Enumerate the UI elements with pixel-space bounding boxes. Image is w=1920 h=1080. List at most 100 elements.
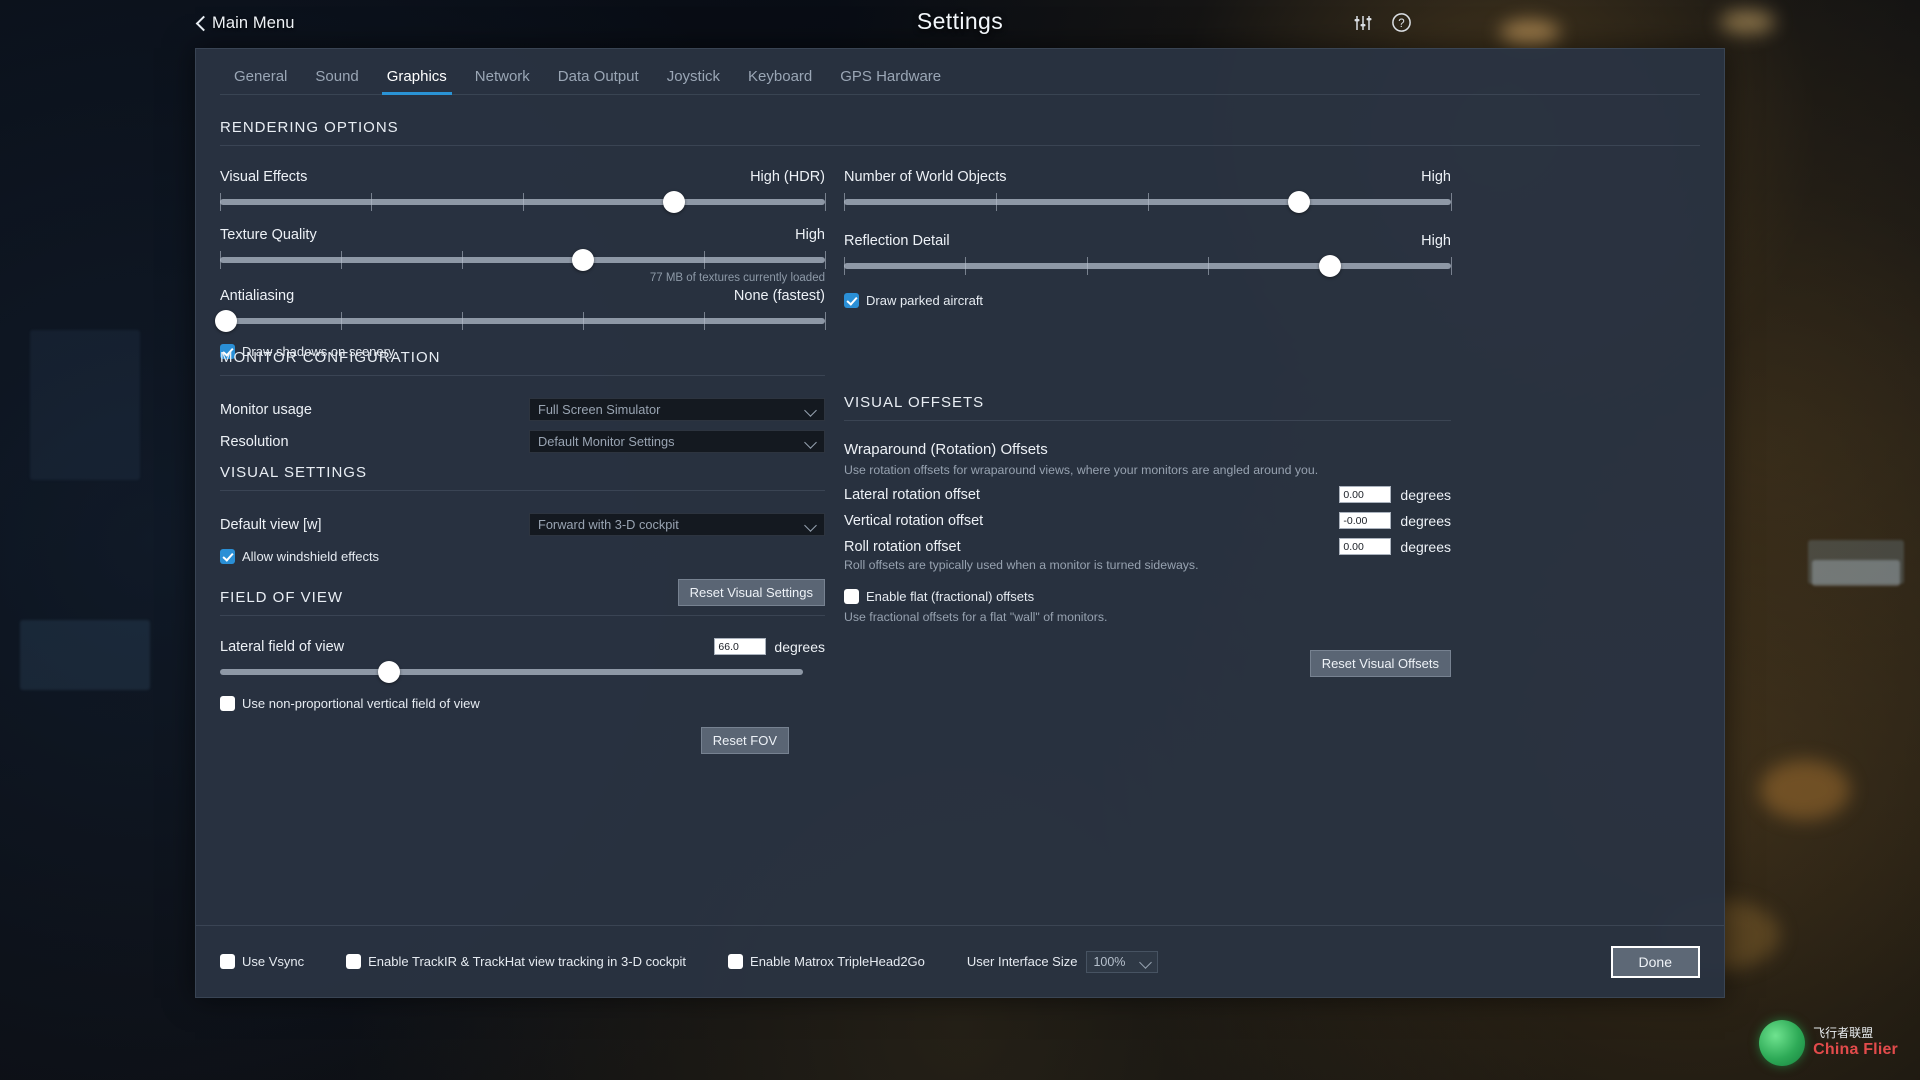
reflection-detail-value: High (1421, 233, 1451, 249)
tab-keyboard[interactable]: Keyboard (734, 64, 826, 94)
world-objects-slider-knob[interactable] (1288, 191, 1311, 213)
done-button[interactable]: Done (1610, 945, 1700, 978)
slider-tick (1451, 257, 1452, 275)
visual-effects-slider-knob[interactable] (662, 191, 685, 213)
monitor-usage-dropdown[interactable]: Full Screen Simulator (529, 398, 825, 421)
flat-offsets-checkbox[interactable] (844, 589, 859, 604)
lateral-rotation-offset-input[interactable] (1339, 486, 1392, 503)
matrox-checkbox-row[interactable]: Enable Matrox TripleHead2Go (728, 954, 925, 969)
antialiasing-setting: Antialiasing None (fastest) (215, 288, 826, 332)
roll-rotation-offset-label: Roll rotation offset (844, 538, 961, 555)
resolution-row: Resolution Default Monitor Settings (220, 430, 825, 453)
slider-tick (825, 312, 826, 330)
monitor-usage-value: Full Screen Simulator (538, 402, 661, 417)
slider-tick (1086, 257, 1088, 275)
slider-tick (462, 251, 463, 269)
matrox-checkbox[interactable] (728, 954, 744, 969)
svg-text:?: ? (1398, 18, 1404, 30)
roll-rotation-offset-row: Roll rotation offset degrees (844, 538, 1451, 555)
trackir-label: Enable TrackIR & TrackHat view tracking … (368, 954, 687, 969)
header-icon-group: ? (1353, 12, 1412, 38)
slider-tick (704, 312, 705, 330)
slider-tick (844, 257, 845, 275)
slider-tick (583, 312, 584, 330)
settings-panel: General Sound Graphics Network Data Outp… (195, 48, 1725, 998)
slider-tick (825, 193, 826, 211)
tab-graphics[interactable]: Graphics (373, 64, 461, 95)
reflection-detail-slider[interactable] (844, 255, 1452, 277)
reflection-detail-slider-knob[interactable] (1318, 255, 1341, 277)
slider-track (220, 318, 825, 324)
resolution-dropdown[interactable]: Default Monitor Settings (529, 430, 825, 453)
lateral-fov-slider-knob[interactable] (378, 661, 401, 683)
slider-tick (704, 251, 705, 269)
lateral-fov-slider[interactable] (220, 661, 803, 683)
vertical-rotation-offset-input[interactable] (1339, 512, 1392, 529)
tab-joystick[interactable]: Joystick (653, 64, 734, 94)
default-view-dropdown[interactable]: Forward with 3-D cockpit (529, 513, 825, 536)
non-proportional-fov-checkbox[interactable] (220, 696, 235, 711)
slider-tick (220, 193, 221, 211)
flat-offsets-checkbox-row[interactable]: Enable flat (fractional) offsets (844, 589, 1451, 604)
bg-instrument (20, 620, 150, 690)
windshield-effects-checkbox-row[interactable]: Allow windshield effects (220, 549, 825, 564)
draw-parked-aircraft-checkbox-row[interactable]: Draw parked aircraft (844, 293, 1451, 308)
antialiasing-slider-knob[interactable] (215, 310, 238, 332)
texture-quality-slider[interactable] (220, 249, 826, 271)
slider-tick (825, 251, 826, 269)
texture-quality-slider-knob[interactable] (572, 249, 594, 271)
monitor-usage-row: Monitor usage Full Screen Simulator (220, 398, 825, 421)
trackir-checkbox-row[interactable]: Enable TrackIR & TrackHat view tracking … (346, 954, 686, 969)
use-vsync-checkbox-row[interactable]: Use Vsync (220, 954, 304, 969)
help-icon[interactable]: ? (1391, 12, 1412, 38)
visual-effects-label: Visual Effects (220, 169, 308, 185)
roll-rotation-offset-input[interactable] (1339, 538, 1392, 555)
flat-offsets-label: Enable flat (fractional) offsets (866, 589, 1035, 604)
sliders-icon[interactable] (1353, 13, 1373, 38)
draw-parked-aircraft-checkbox[interactable] (844, 293, 859, 308)
slider-tick (371, 193, 373, 211)
tab-data-output[interactable]: Data Output (544, 64, 653, 94)
windshield-effects-label: Allow windshield effects (242, 549, 380, 564)
monitor-configuration-heading: MONITOR CONFIGURATION (220, 349, 825, 376)
chevron-down-icon (805, 438, 816, 445)
slider-tick (220, 251, 221, 269)
lateral-fov-input[interactable] (714, 638, 767, 655)
non-proportional-fov-checkbox-row[interactable]: Use non-proportional vertical field of v… (220, 696, 825, 711)
world-objects-slider[interactable] (844, 191, 1452, 213)
tab-general[interactable]: General (220, 64, 301, 94)
ui-size-dropdown[interactable]: 100% (1086, 950, 1159, 973)
texture-memory-hint: 77 MB of textures currently loaded (649, 272, 825, 284)
texture-quality-setting: Texture Quality High 77 MB of textures c… (220, 227, 826, 284)
non-proportional-fov-label: Use non-proportional vertical field of v… (242, 696, 480, 711)
vertical-rotation-offset-unit: degrees (1400, 512, 1451, 529)
chevron-down-icon (805, 406, 816, 413)
slider-tick (1147, 193, 1149, 211)
world-objects-label: Number of World Objects (844, 169, 1007, 185)
use-vsync-checkbox[interactable] (220, 954, 235, 969)
slider-tick (965, 257, 967, 275)
trackir-checkbox[interactable] (346, 954, 362, 969)
ui-size-value: 100% (1093, 954, 1126, 969)
page-title: Settings (916, 8, 1004, 34)
vertical-rotation-offset-label: Vertical rotation offset (844, 512, 984, 529)
ui-size-label: User Interface Size (966, 954, 1078, 969)
windshield-effects-checkbox[interactable] (220, 549, 235, 564)
reset-fov-button[interactable]: Reset FOV (700, 727, 789, 754)
antialiasing-slider[interactable] (215, 310, 826, 332)
tab-network[interactable]: Network (461, 64, 544, 94)
slider-tick (1208, 257, 1210, 275)
watermark: 飞行者联盟 China Flier (1759, 1020, 1898, 1066)
watermark-en-text: China Flier (1813, 1040, 1898, 1058)
reset-visual-offsets-button[interactable]: Reset Visual Offsets (1309, 650, 1451, 677)
default-view-value: Forward with 3-D cockpit (538, 517, 679, 532)
visual-offsets-heading: VISUAL OFFSETS (844, 394, 1451, 421)
antialiasing-label: Antialiasing (220, 288, 295, 304)
slider-track (844, 263, 1451, 269)
tab-sound[interactable]: Sound (301, 64, 372, 94)
flat-offsets-description: Use fractional offsets for a flat "wall"… (844, 610, 1108, 624)
visual-effects-slider[interactable] (220, 191, 826, 213)
slider-tick (462, 312, 463, 330)
tab-gps-hardware[interactable]: GPS Hardware (826, 64, 955, 94)
texture-quality-label: Texture Quality (220, 227, 317, 243)
